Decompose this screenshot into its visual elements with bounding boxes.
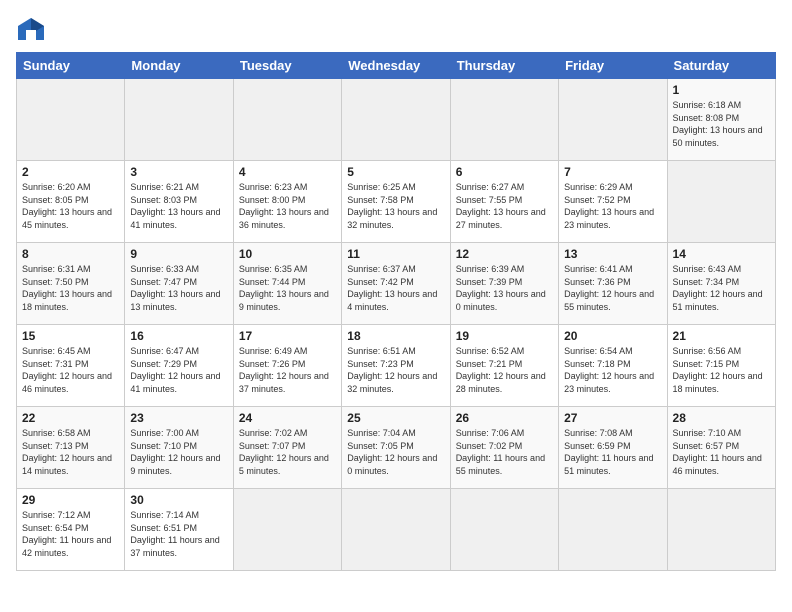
table-row: 3Sunrise: 6:21 AMSunset: 8:03 PMDaylight… (125, 161, 233, 243)
table-row: 21Sunrise: 6:56 AMSunset: 7:15 PMDayligh… (667, 325, 775, 407)
logo (16, 16, 50, 44)
calendar-week-row: 2Sunrise: 6:20 AMSunset: 8:05 PMDaylight… (17, 161, 776, 243)
table-row: 13Sunrise: 6:41 AMSunset: 7:36 PMDayligh… (559, 243, 667, 325)
table-row (450, 489, 558, 571)
calendar-empty-cell (559, 79, 667, 161)
logo-icon (16, 16, 46, 44)
calendar-empty-cell (450, 79, 558, 161)
table-row: 23Sunrise: 7:00 AMSunset: 7:10 PMDayligh… (125, 407, 233, 489)
calendar-day-header: Sunday (17, 53, 125, 79)
calendar-week-row: 29Sunrise: 7:12 AMSunset: 6:54 PMDayligh… (17, 489, 776, 571)
table-row: 22Sunrise: 6:58 AMSunset: 7:13 PMDayligh… (17, 407, 125, 489)
table-row: 29Sunrise: 7:12 AMSunset: 6:54 PMDayligh… (17, 489, 125, 571)
table-row: 6Sunrise: 6:27 AMSunset: 7:55 PMDaylight… (450, 161, 558, 243)
calendar-empty-cell (233, 79, 341, 161)
table-row: 20Sunrise: 6:54 AMSunset: 7:18 PMDayligh… (559, 325, 667, 407)
table-row: 24Sunrise: 7:02 AMSunset: 7:07 PMDayligh… (233, 407, 341, 489)
table-row: 30Sunrise: 7:14 AMSunset: 6:51 PMDayligh… (125, 489, 233, 571)
table-row: 19Sunrise: 6:52 AMSunset: 7:21 PMDayligh… (450, 325, 558, 407)
calendar-day-header: Friday (559, 53, 667, 79)
table-row: 18Sunrise: 6:51 AMSunset: 7:23 PMDayligh… (342, 325, 450, 407)
calendar-day-header: Thursday (450, 53, 558, 79)
table-row: 8Sunrise: 6:31 AMSunset: 7:50 PMDaylight… (17, 243, 125, 325)
calendar-table: SundayMondayTuesdayWednesdayThursdayFrid… (16, 52, 776, 571)
page-header (16, 16, 776, 44)
table-row: 9Sunrise: 6:33 AMSunset: 7:47 PMDaylight… (125, 243, 233, 325)
table-row: 14Sunrise: 6:43 AMSunset: 7:34 PMDayligh… (667, 243, 775, 325)
table-row: 25Sunrise: 7:04 AMSunset: 7:05 PMDayligh… (342, 407, 450, 489)
table-row: 10Sunrise: 6:35 AMSunset: 7:44 PMDayligh… (233, 243, 341, 325)
table-row: 12Sunrise: 6:39 AMSunset: 7:39 PMDayligh… (450, 243, 558, 325)
table-row: 1Sunrise: 6:18 AMSunset: 8:08 PMDaylight… (667, 79, 775, 161)
table-row (559, 489, 667, 571)
table-row: 17Sunrise: 6:49 AMSunset: 7:26 PMDayligh… (233, 325, 341, 407)
table-row (667, 161, 775, 243)
calendar-empty-cell (17, 79, 125, 161)
table-row: 27Sunrise: 7:08 AMSunset: 6:59 PMDayligh… (559, 407, 667, 489)
table-row: 26Sunrise: 7:06 AMSunset: 7:02 PMDayligh… (450, 407, 558, 489)
table-row: 28Sunrise: 7:10 AMSunset: 6:57 PMDayligh… (667, 407, 775, 489)
table-row: 2Sunrise: 6:20 AMSunset: 8:05 PMDaylight… (17, 161, 125, 243)
table-row: 11Sunrise: 6:37 AMSunset: 7:42 PMDayligh… (342, 243, 450, 325)
table-row (233, 489, 341, 571)
calendar-day-header: Saturday (667, 53, 775, 79)
table-row: 5Sunrise: 6:25 AMSunset: 7:58 PMDaylight… (342, 161, 450, 243)
calendar-day-header: Monday (125, 53, 233, 79)
calendar-week-row: 22Sunrise: 6:58 AMSunset: 7:13 PMDayligh… (17, 407, 776, 489)
calendar-empty-cell (125, 79, 233, 161)
calendar-day-header: Wednesday (342, 53, 450, 79)
table-row (667, 489, 775, 571)
calendar-empty-cell (342, 79, 450, 161)
calendar-week-row: 15Sunrise: 6:45 AMSunset: 7:31 PMDayligh… (17, 325, 776, 407)
calendar-day-header: Tuesday (233, 53, 341, 79)
table-row: 16Sunrise: 6:47 AMSunset: 7:29 PMDayligh… (125, 325, 233, 407)
calendar-header-row: SundayMondayTuesdayWednesdayThursdayFrid… (17, 53, 776, 79)
calendar-week-row: 1Sunrise: 6:18 AMSunset: 8:08 PMDaylight… (17, 79, 776, 161)
calendar-week-row: 8Sunrise: 6:31 AMSunset: 7:50 PMDaylight… (17, 243, 776, 325)
table-row (342, 489, 450, 571)
table-row: 4Sunrise: 6:23 AMSunset: 8:00 PMDaylight… (233, 161, 341, 243)
table-row: 15Sunrise: 6:45 AMSunset: 7:31 PMDayligh… (17, 325, 125, 407)
table-row: 7Sunrise: 6:29 AMSunset: 7:52 PMDaylight… (559, 161, 667, 243)
